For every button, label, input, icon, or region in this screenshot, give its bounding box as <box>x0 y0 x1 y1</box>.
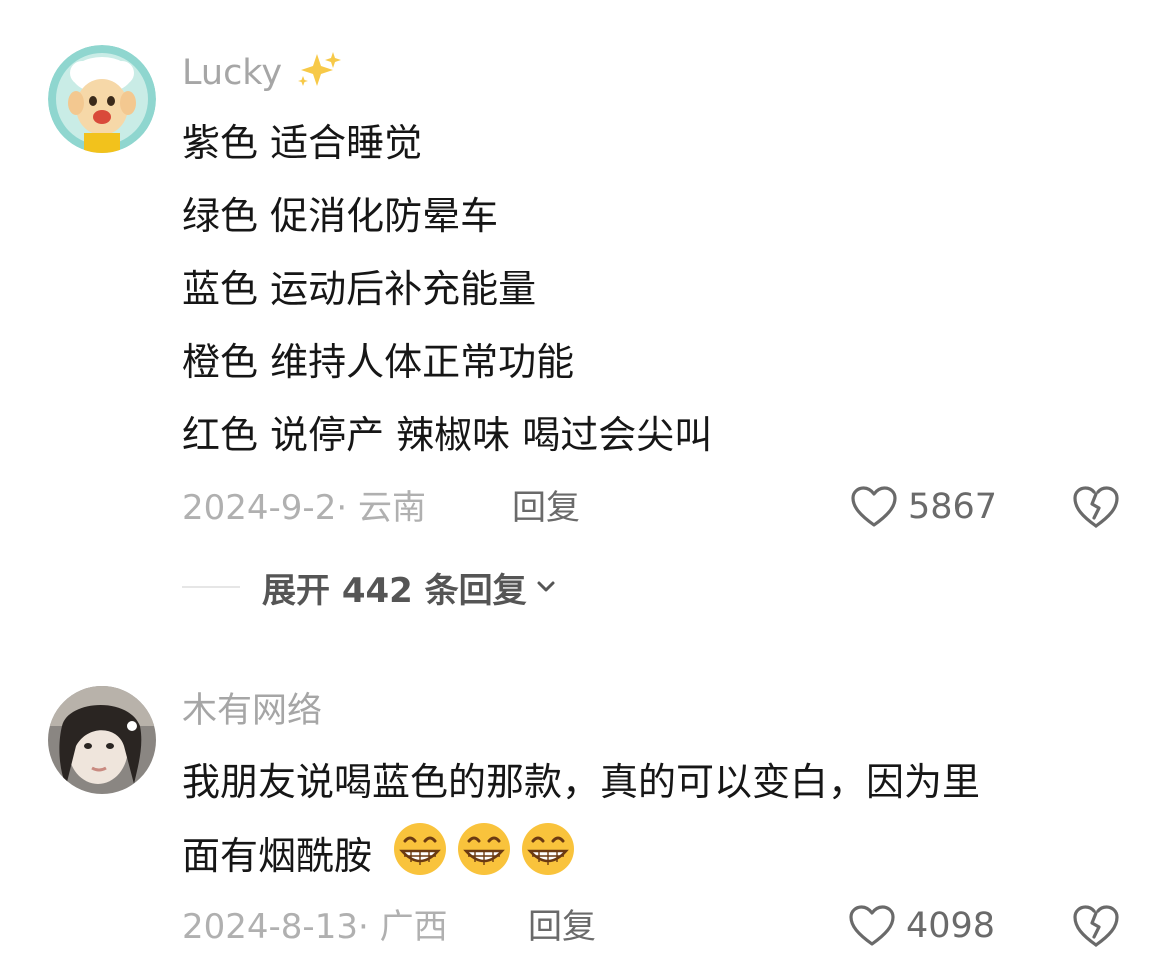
sparkles-icon <box>298 52 342 86</box>
like-button[interactable]: 5867 <box>850 482 997 532</box>
avatar[interactable] <box>48 686 156 794</box>
like-count: 5867 <box>908 487 998 527</box>
comment-line: 绿色 促消化防晕车 <box>182 194 499 238</box>
dislike-button[interactable] <box>1072 484 1120 532</box>
reply-button[interactable]: 回复 <box>512 486 580 530</box>
expand-replies-label[interactable]: 展开 442 条回复 <box>262 563 527 612</box>
grinning-face-icon <box>394 823 447 875</box>
comment-line: 面有烟酰胺 <box>182 819 1132 893</box>
grinning-face-icon <box>522 823 575 875</box>
broken-heart-icon <box>1073 905 1119 947</box>
like-button[interactable]: 4098 <box>848 901 995 951</box>
comment-location: 广西 <box>379 907 448 947</box>
comment-date: 2024-8-13 <box>182 907 358 947</box>
comment-line: 紫色 适合睡觉 <box>182 121 423 165</box>
username-text: Lucky <box>182 53 283 93</box>
heart-outline-icon <box>851 486 897 527</box>
comment-location: 云南 <box>357 488 426 528</box>
comment-meta: 2024-8-13· 广西 <box>182 905 448 949</box>
divider <box>182 586 240 588</box>
comment-line: 橙色 维持人体正常功能 <box>182 340 575 384</box>
heart-outline-icon <box>849 905 895 946</box>
username[interactable]: Lucky <box>182 50 342 95</box>
meta-separator: · <box>357 907 380 947</box>
avatar[interactable] <box>48 45 156 153</box>
username[interactable]: 木有网络 <box>182 689 322 733</box>
meta-separator: · <box>336 488 358 528</box>
chevron-down-icon[interactable] <box>535 576 557 598</box>
grinning-face-icon <box>458 823 511 875</box>
comment-line: 我朋友说喝蓝色的那款，真的可以变白，因为里 <box>182 760 981 804</box>
like-count: 4098 <box>906 906 996 946</box>
dislike-button[interactable] <box>1072 903 1120 951</box>
broken-heart-icon <box>1073 486 1119 528</box>
comment-date: 2024-9-2 <box>182 488 337 528</box>
comment-line: 蓝色 运动后补充能量 <box>182 267 537 311</box>
expand-replies[interactable]: 展开 442 条回复 <box>182 562 557 612</box>
comment-text: 紫色 适合睡觉 绿色 促消化防晕车 蓝色 运动后补充能量 橙色 维持人体正常功能… <box>182 107 1132 472</box>
comment-line-text: 面有烟酰胺 <box>182 834 373 878</box>
reply-button[interactable]: 回复 <box>528 905 596 949</box>
comment-text: 我朋友说喝蓝色的那款，真的可以变白，因为里 面有烟酰胺 <box>182 745 1132 893</box>
comment-line: 红色 说停产 辣椒味 喝过会尖叫 <box>182 413 713 457</box>
comment-meta: 2024-9-2· 云南 <box>182 486 426 530</box>
